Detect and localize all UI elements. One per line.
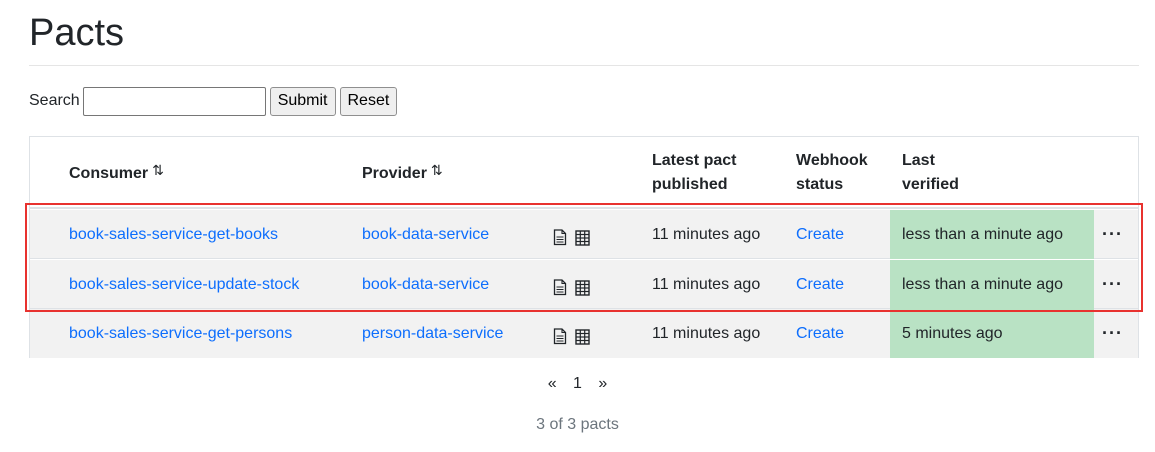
webhook-create-link[interactable]: Create [796, 276, 844, 294]
consumer-link[interactable]: book-sales-service-update-stock [69, 276, 299, 294]
header-provider[interactable]: Provider ⇅ [362, 161, 443, 186]
latest-pact-cell: 11 minutes ago [652, 324, 761, 342]
sort-icon[interactable]: ⇅ [152, 162, 164, 178]
consumer-link[interactable]: book-sales-service-get-books [69, 226, 278, 244]
more-options-icon[interactable]: ··· [1102, 210, 1123, 259]
latest-pact-cell: 11 minutes ago [652, 225, 761, 243]
actions-icons [553, 210, 590, 259]
header-consumer[interactable]: Consumer ⇅ [69, 161, 164, 186]
header-last-verified: Last verified [902, 149, 959, 197]
search-label: Search [29, 92, 80, 109]
document-icon[interactable] [553, 279, 567, 296]
submit-button[interactable]: Submit [269, 86, 336, 116]
pagination-next[interactable]: » [598, 375, 607, 392]
matrix-icon[interactable] [575, 328, 590, 345]
header-latest-line2: published [652, 176, 728, 193]
header-provider-label: Provider [362, 165, 427, 182]
pacts-table: Consumer ⇅ Provider ⇅ Latest pact publishe… [29, 136, 1139, 358]
provider-link[interactable]: book-data-service [362, 276, 489, 294]
webhook-create-link[interactable]: Create [796, 226, 844, 244]
webhook-cell: Create [796, 210, 844, 259]
pacts-page: Pacts Search Submit Reset Consumer ⇅ Prov… [0, 0, 1155, 452]
provider-link[interactable]: person-data-service [362, 325, 503, 343]
actions-icons [553, 309, 590, 358]
header-webhook-line1: Webhook [796, 152, 868, 169]
matrix-icon[interactable] [575, 229, 590, 246]
latest-pact-cell: 11 minutes ago [652, 275, 761, 293]
webhook-cell: Create [796, 260, 844, 309]
header-verified-line1: Last [902, 152, 935, 169]
last-verified-cell: 5 minutes ago [890, 309, 1094, 358]
more-options-icon[interactable]: ··· [1102, 309, 1123, 358]
header-latest-pact: Latest pact published [652, 149, 736, 197]
title-divider [29, 65, 1139, 66]
pagination: « 1 » [0, 375, 1155, 393]
header-consumer-label: Consumer [69, 165, 149, 182]
pact-count: 3 of 3 pacts [536, 416, 619, 433]
last-verified-cell: less than a minute ago [890, 210, 1094, 259]
header-verified-line2: verified [902, 176, 959, 193]
page-title: Pacts [29, 12, 125, 54]
consumer-cell: book-sales-service-get-persons [69, 309, 292, 358]
header-webhook-line2: status [796, 176, 844, 193]
table-row: book-sales-service-update-stock book-dat… [30, 260, 1138, 309]
pagination-current[interactable]: 1 [573, 375, 582, 392]
header-webhook-status: Webhook status [796, 149, 868, 197]
provider-cell: book-data-service [362, 210, 489, 259]
reset-button[interactable]: Reset [339, 86, 398, 116]
search-form: Search Submit Reset [29, 86, 398, 116]
consumer-link[interactable]: book-sales-service-get-persons [69, 325, 292, 343]
header-latest-line1: Latest pact [652, 152, 737, 169]
document-icon[interactable] [553, 328, 567, 345]
pagination-prev[interactable]: « [548, 375, 557, 392]
search-input[interactable] [82, 86, 266, 116]
provider-link[interactable]: book-data-service [362, 226, 489, 244]
matrix-icon[interactable] [575, 279, 590, 296]
table-row: book-sales-service-get-books book-data-s… [30, 210, 1138, 259]
table-row: book-sales-service-get-persons person-da… [30, 309, 1138, 358]
webhook-cell: Create [796, 309, 844, 358]
consumer-cell: book-sales-service-get-books [69, 210, 278, 259]
more-options-icon[interactable]: ··· [1102, 260, 1123, 309]
last-verified-cell: less than a minute ago [890, 260, 1094, 309]
provider-cell: book-data-service [362, 260, 489, 309]
consumer-cell: book-sales-service-update-stock [69, 260, 299, 309]
webhook-create-link[interactable]: Create [796, 325, 844, 343]
sort-icon[interactable]: ⇅ [431, 162, 443, 178]
actions-icons [553, 260, 590, 309]
provider-cell: person-data-service [362, 309, 503, 358]
document-icon[interactable] [553, 229, 567, 246]
table-header: Consumer ⇅ Provider ⇅ Latest pact publishe… [30, 137, 1138, 209]
